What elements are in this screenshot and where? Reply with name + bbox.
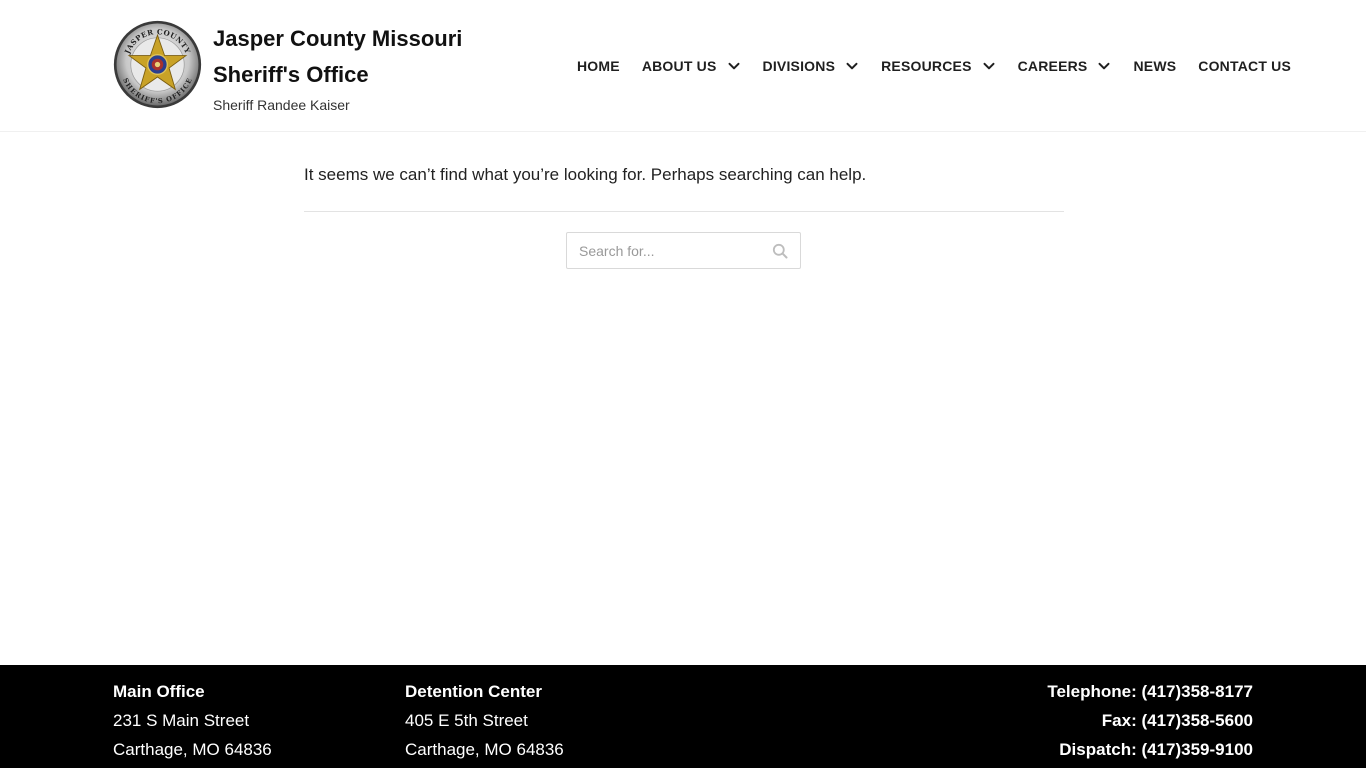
chevron-down-icon[interactable] [982,59,996,73]
fax-number: Fax: (417)358-5600 [1101,711,1253,730]
site-header: JASPER COUNTY SHERIFF'S OFFICE Jasper Co… [0,0,1366,132]
nav-item-careers[interactable]: CAREERS [1018,58,1112,74]
chevron-down-icon[interactable] [727,59,741,73]
nav-label: HOME [577,58,620,74]
footer-detention-center: Detention Center 405 E 5th Street Cartha… [405,677,564,764]
not-found-message: It seems we can’t find what you’re looki… [304,165,867,184]
site-title[interactable]: Jasper County Missouri Sheriff's Office [213,21,483,93]
telephone-number[interactable]: Telephone: (417)358-8177 [1047,677,1253,706]
detention-center-street: 405 E 5th Street [405,711,528,730]
site-tagline: Sheriff Randee Kaiser [213,97,350,113]
main-office-street: 231 S Main Street [113,711,250,730]
search-icon[interactable] [772,243,788,259]
nav-item-news[interactable]: NEWS [1133,58,1176,74]
search-form [566,232,801,269]
main-office-city: Carthage, MO 64836 [113,740,272,759]
nav-label: ABOUT US [641,58,717,74]
chevron-down-icon[interactable] [1097,59,1111,73]
search-input[interactable] [567,233,762,268]
nav-item-contact-us[interactable]: CONTACT US [1198,58,1291,74]
nav-item-home[interactable]: HOME [577,58,620,74]
nav-label: DIVISIONS [762,58,836,74]
footer-main-office: Main Office 231 S Main Street Carthage, … [113,677,272,764]
nav-item-divisions[interactable]: DIVISIONS [763,58,860,74]
nav-label: NEWS [1133,58,1177,74]
nav-item-resources[interactable]: RESOURCES [881,58,995,74]
dispatch-number[interactable]: Dispatch: (417)359-9100 [1047,735,1253,764]
sheriff-seal-logo[interactable]: JASPER COUNTY SHERIFF'S OFFICE [113,20,202,109]
nav-label: CAREERS [1017,58,1088,74]
footer-contact-numbers: Telephone: (417)358-8177 Fax: (417)358-5… [1047,677,1253,764]
nav-label: RESOURCES [881,58,972,74]
main-office-heading: Main Office [113,682,205,701]
site-branding[interactable]: JASPER COUNTY SHERIFF'S OFFICE Jasper Co… [113,20,483,113]
primary-nav: HOME ABOUT US DIVISIONS RESOURCES CAREER… [577,54,1291,78]
chevron-down-icon[interactable] [845,59,859,73]
nav-label: CONTACT US [1198,58,1292,74]
content-divider [304,211,1064,212]
detention-center-heading: Detention Center [405,682,542,701]
nav-item-about-us[interactable]: ABOUT US [642,58,741,74]
detention-center-city: Carthage, MO 64836 [405,740,564,759]
site-footer: Main Office 231 S Main Street Carthage, … [0,665,1366,768]
